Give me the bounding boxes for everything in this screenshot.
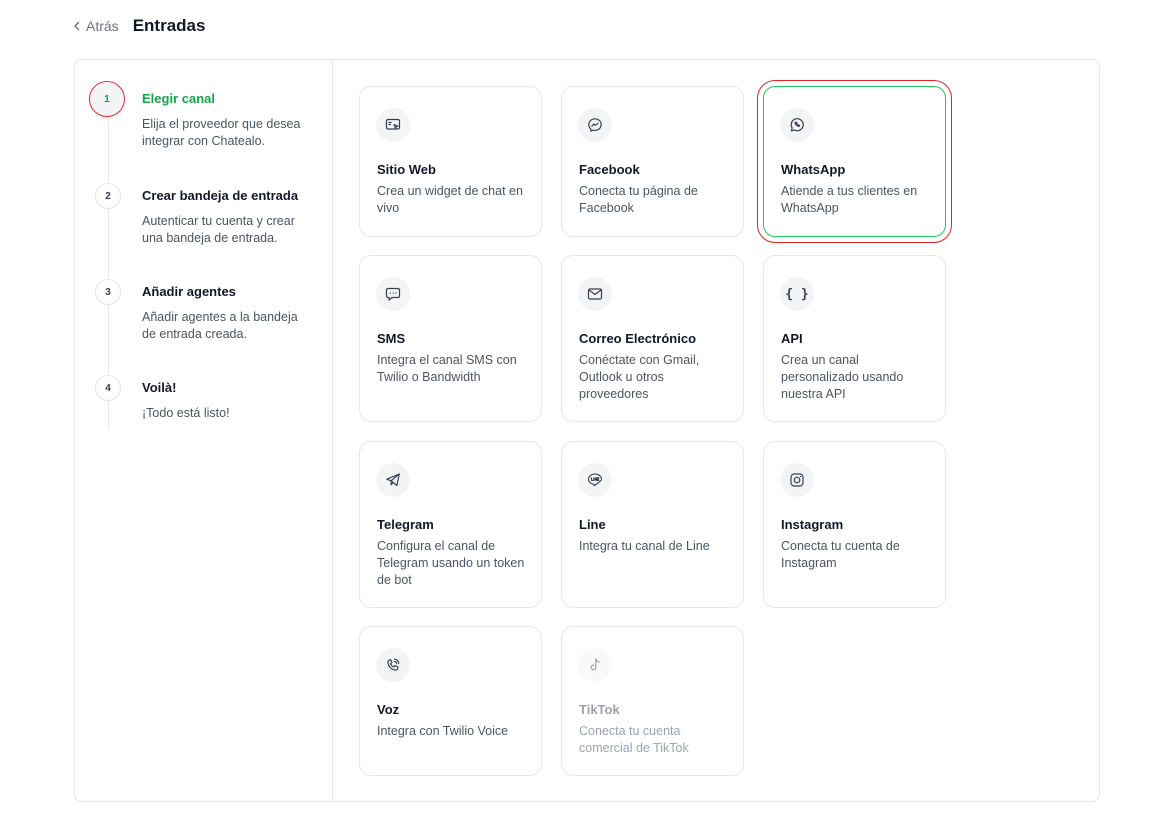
step-description: Añadir agentes a la bandeja de entrada c… xyxy=(142,310,298,341)
channel-name: API xyxy=(781,331,803,346)
channel-description: Conecta tu página de Facebook xyxy=(579,184,698,215)
step-title: Voilà! xyxy=(142,380,177,395)
channel-card-instagram[interactable]: Instagram Conecta tu cuenta de Instagram xyxy=(763,441,946,608)
top-bar: Atrás Entradas xyxy=(72,14,205,38)
channel-description: Integra el canal SMS con Twilio o Bandwi… xyxy=(377,353,517,384)
email-icon xyxy=(578,277,612,311)
whatsapp-icon xyxy=(780,108,814,142)
channel-description: Conecta tu cuenta de Instagram xyxy=(781,539,900,570)
channel-card-voice[interactable]: Voz Integra con Twilio Voice xyxy=(359,626,542,776)
step-title: Crear bandeja de entrada xyxy=(142,188,299,203)
step-number-badge: 4 xyxy=(95,375,121,401)
sms-icon xyxy=(376,277,410,311)
voice-icon xyxy=(376,648,410,682)
channel-name: Facebook xyxy=(579,162,640,177)
wizard-steps: 1 Elegir canal Elija el proveedor que de… xyxy=(75,60,333,801)
channel-card-telegram[interactable]: Telegram Configura el canal de Telegram … xyxy=(359,441,542,608)
channel-card-tiktok: TikTok Conecta tu cuenta comercial de Ti… xyxy=(561,626,744,776)
channel-name: Telegram xyxy=(377,517,434,532)
channel-description: Atiende a tus clientes en WhatsApp xyxy=(781,184,918,215)
channel-card-website[interactable]: Sitio Web Crea un widget de chat en vivo xyxy=(359,86,542,237)
channel-description: Crea un widget de chat en vivo xyxy=(377,184,523,215)
step-number-badge: 1 xyxy=(89,81,125,117)
channel-card-sms[interactable]: SMS Integra el canal SMS con Twilio o Ba… xyxy=(359,255,542,422)
website-icon xyxy=(376,108,410,142)
line-icon xyxy=(578,463,612,497)
channel-name: SMS xyxy=(377,331,406,346)
step-number-badge: 3 xyxy=(95,279,121,305)
channel-description: Conecta tu cuenta comercial de TikTok xyxy=(579,724,689,755)
channel-name: Line xyxy=(579,517,606,532)
channel-name: WhatsApp xyxy=(781,162,846,177)
channel-description: Crea un canal personalizado usando nuest… xyxy=(781,353,904,401)
channel-name: Correo Electrónico xyxy=(579,331,697,346)
channel-card-facebook[interactable]: Facebook Conecta tu página de Facebook xyxy=(561,86,744,237)
telegram-icon xyxy=(376,463,410,497)
inbox-wizard-panel: 1 Elegir canal Elija el proveedor que de… xyxy=(74,59,1100,802)
step-title: Elegir canal xyxy=(142,91,215,106)
channel-description: Integra tu canal de Line xyxy=(579,539,710,553)
channel-name: Instagram xyxy=(781,517,844,532)
step-number-badge: 2 xyxy=(95,183,121,209)
chevron-left-icon xyxy=(74,21,80,31)
channel-name: Sitio Web xyxy=(377,162,436,177)
instagram-icon xyxy=(780,463,814,497)
step-description: ¡Todo está listo! xyxy=(142,406,230,420)
back-button[interactable]: Atrás xyxy=(72,18,119,34)
channel-name: TikTok xyxy=(579,702,620,717)
channel-card-email[interactable]: Correo Electrónico Conéctate con Gmail, … xyxy=(561,255,744,422)
api-icon: { } xyxy=(780,277,814,311)
step-title: Añadir agentes xyxy=(142,284,236,299)
tiktok-icon xyxy=(578,648,612,682)
channel-card-whatsapp[interactable]: WhatsApp Atiende a tus clientes en Whats… xyxy=(757,80,952,243)
messenger-icon xyxy=(578,108,612,142)
channel-description: Conéctate con Gmail, Outlook u otros pro… xyxy=(579,353,700,401)
channel-description: Integra con Twilio Voice xyxy=(377,724,509,738)
step-description: Autenticar tu cuenta y crear una bandeja… xyxy=(142,214,295,245)
page-title: Entradas xyxy=(132,16,206,35)
channel-name: Voz xyxy=(377,702,400,717)
channel-description: Configura el canal de Telegram usando un… xyxy=(377,539,525,587)
back-label: Atrás xyxy=(86,18,119,34)
channel-card-line[interactable]: Line Integra tu canal de Line xyxy=(561,441,744,608)
channel-card-api[interactable]: { } API Crea un canal personalizado usan… xyxy=(763,255,946,422)
step-description: Elija el proveedor que desea integrar co… xyxy=(142,117,301,148)
